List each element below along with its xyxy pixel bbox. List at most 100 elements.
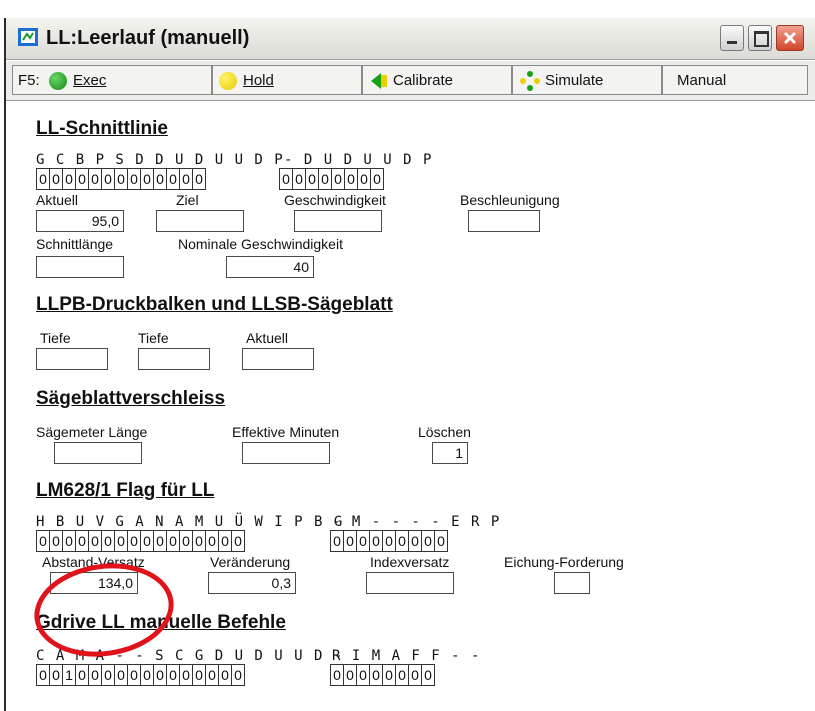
- bit-cell[interactable]: 0: [63, 169, 76, 189]
- bit-cell[interactable]: 0: [50, 531, 63, 551]
- exec-button[interactable]: F5: Exec: [12, 65, 212, 95]
- bit-cell[interactable]: 0: [383, 531, 396, 551]
- bit-cell[interactable]: 0: [232, 531, 244, 551]
- tiefe2-field[interactable]: [138, 348, 210, 370]
- bit-cell[interactable]: 0: [50, 665, 63, 685]
- bit-cell[interactable]: 0: [128, 169, 141, 189]
- bit-cell[interactable]: 0: [167, 665, 180, 685]
- tiefe1-field[interactable]: [36, 348, 108, 370]
- bit-cell[interactable]: 0: [332, 169, 345, 189]
- bit-cell[interactable]: 0: [409, 665, 422, 685]
- beschleunigung-field[interactable]: [468, 210, 540, 232]
- bit-cell[interactable]: 0: [102, 169, 115, 189]
- bit-cell[interactable]: 0: [37, 665, 50, 685]
- bit-cell[interactable]: 0: [102, 531, 115, 551]
- bit-cell[interactable]: 0: [76, 665, 89, 685]
- schnittlaenge-field[interactable]: [36, 256, 124, 278]
- bit-cell[interactable]: 0: [422, 531, 435, 551]
- bit-cell[interactable]: 0: [422, 665, 434, 685]
- bit-cell[interactable]: 0: [141, 531, 154, 551]
- bit-cell[interactable]: 0: [167, 531, 180, 551]
- bit-cell[interactable]: 0: [371, 169, 383, 189]
- bit-cell[interactable]: 0: [89, 169, 102, 189]
- veraenderung-field[interactable]: 0,3: [208, 572, 296, 594]
- nominale-field[interactable]: 40: [226, 256, 314, 278]
- bit-cell[interactable]: 0: [206, 665, 219, 685]
- aktuell-field[interactable]: 95,0: [36, 210, 124, 232]
- bit-cell[interactable]: 0: [345, 169, 358, 189]
- bit-cell[interactable]: 0: [180, 665, 193, 685]
- bit-cell[interactable]: 0: [115, 665, 128, 685]
- bit-cell[interactable]: 0: [128, 665, 141, 685]
- bit-cell[interactable]: 0: [128, 531, 141, 551]
- bit-cell[interactable]: 0: [180, 169, 193, 189]
- bit-cell[interactable]: 0: [154, 169, 167, 189]
- gdrive-bit-field-b[interactable]: 00000000: [330, 664, 435, 686]
- indexversatz-field[interactable]: [366, 572, 454, 594]
- title-bar[interactable]: LL:Leerlauf (manuell): [6, 18, 815, 60]
- bit-cell[interactable]: 0: [63, 531, 76, 551]
- loeschen-field[interactable]: 1: [432, 442, 468, 464]
- bit-cell[interactable]: 0: [37, 531, 50, 551]
- bit-cell[interactable]: 0: [115, 531, 128, 551]
- bit-cell[interactable]: 0: [357, 665, 370, 685]
- bit-cell[interactable]: 0: [50, 169, 63, 189]
- bit-cell[interactable]: 0: [383, 665, 396, 685]
- bit-cell[interactable]: 0: [206, 531, 219, 551]
- bit-cell[interactable]: 0: [89, 531, 102, 551]
- simulate-button[interactable]: Simulate: [512, 65, 662, 95]
- maximize-button[interactable]: [748, 25, 772, 51]
- bit-cell[interactable]: 0: [193, 665, 206, 685]
- bit-cell[interactable]: 0: [306, 169, 319, 189]
- geschwindigkeit-field[interactable]: [294, 210, 382, 232]
- bit-cell[interactable]: 0: [232, 665, 244, 685]
- close-button[interactable]: [776, 25, 804, 51]
- calibrate-button[interactable]: Calibrate: [362, 65, 512, 95]
- bit-field-a[interactable]: 0000000000000: [36, 168, 206, 190]
- saegemeter-field[interactable]: [54, 442, 142, 464]
- bit-cell[interactable]: 0: [102, 665, 115, 685]
- bit-cell[interactable]: 0: [370, 531, 383, 551]
- bit-cell[interactable]: 0: [396, 665, 409, 685]
- bit-cell[interactable]: 0: [37, 169, 50, 189]
- bit-cell[interactable]: 0: [319, 169, 332, 189]
- bit-cell[interactable]: 0: [76, 169, 89, 189]
- effektive-field[interactable]: [242, 442, 330, 464]
- minimize-button[interactable]: [720, 25, 744, 51]
- lm628-bit-field-b[interactable]: 000000000: [330, 530, 448, 552]
- bit-cell[interactable]: 0: [280, 169, 293, 189]
- bit-cell[interactable]: 0: [370, 665, 383, 685]
- bit-cell[interactable]: 0: [219, 531, 232, 551]
- bit-cell[interactable]: 0: [193, 169, 205, 189]
- bit-cell[interactable]: 0: [141, 665, 154, 685]
- bit-cell[interactable]: 0: [89, 665, 102, 685]
- bit-cell[interactable]: 0: [331, 665, 344, 685]
- eichung-field[interactable]: [554, 572, 590, 594]
- bit-cell[interactable]: 0: [344, 665, 357, 685]
- manual-button[interactable]: Manual: [662, 65, 808, 95]
- bit-cell[interactable]: 0: [357, 531, 370, 551]
- bit-cell[interactable]: 0: [396, 531, 409, 551]
- bit-cell[interactable]: 0: [154, 531, 167, 551]
- bit-cell[interactable]: 0: [435, 531, 447, 551]
- llpb-aktuell-field[interactable]: [242, 348, 314, 370]
- bit-cell[interactable]: 0: [344, 531, 357, 551]
- ziel-field[interactable]: [156, 210, 244, 232]
- bit-field-b[interactable]: 00000000: [279, 168, 384, 190]
- lm628-bit-field-a[interactable]: 0000000000000000: [36, 530, 245, 552]
- bit-cell[interactable]: 0: [409, 531, 422, 551]
- bit-cell[interactable]: 0: [76, 531, 89, 551]
- bit-cell[interactable]: 0: [293, 169, 306, 189]
- bit-cell[interactable]: 0: [154, 665, 167, 685]
- bit-cell[interactable]: 1: [63, 665, 76, 685]
- bit-cell[interactable]: 0: [180, 531, 193, 551]
- bit-cell[interactable]: 0: [358, 169, 371, 189]
- bit-cell[interactable]: 0: [167, 169, 180, 189]
- bit-cell[interactable]: 0: [331, 531, 344, 551]
- bit-cell[interactable]: 0: [193, 531, 206, 551]
- gdrive-bit-field-a[interactable]: 0010000000000000: [36, 664, 245, 686]
- bit-cell[interactable]: 0: [115, 169, 128, 189]
- bit-cell[interactable]: 0: [219, 665, 232, 685]
- hold-button[interactable]: Hold: [212, 65, 362, 95]
- bit-cell[interactable]: 0: [141, 169, 154, 189]
